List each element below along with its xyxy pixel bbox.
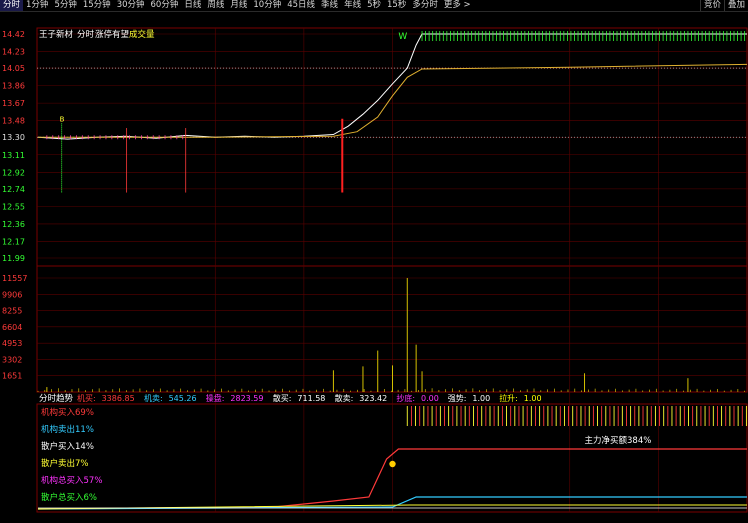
volume-axis-label-0: 11557: [2, 274, 27, 283]
lower-label-4: 机构总买入57%: [41, 475, 102, 486]
period-tab-5[interactable]: 60分钟: [148, 0, 182, 11]
indicator-item-label-6: 强势:: [448, 393, 467, 403]
indicator-item-label-5: 抄底:: [396, 393, 415, 403]
toolbar-right-tab-0[interactable]: 竞价: [699, 0, 724, 11]
indicator-item-label-1: 机卖:: [144, 393, 163, 403]
price-axis-label-10: 12.55: [2, 202, 25, 211]
indicator-label: 涨停有望: [95, 29, 130, 40]
indicator-item-value-1: 545.26: [169, 394, 197, 403]
period-tab-7[interactable]: 周线: [204, 0, 227, 11]
price-axis-label-4: 13.67: [2, 99, 25, 108]
main-force-label: 主力净买额384%: [585, 435, 652, 446]
indicator-item-value-6: 1.00: [472, 394, 490, 403]
indicator-item-value-2: 2823.59: [230, 394, 263, 403]
period-tab-1[interactable]: 1分钟: [23, 0, 51, 11]
period-tab-2[interactable]: 5分钟: [51, 0, 79, 11]
lower-label-0: 机构买入69%: [41, 407, 94, 418]
volume-axis-label-2: 8255: [2, 307, 22, 316]
period-tab-10[interactable]: 45日线: [284, 0, 318, 11]
period-tab-0[interactable]: 分时: [0, 0, 24, 11]
period-tab-14[interactable]: 15秒: [384, 0, 409, 11]
period-tab-4[interactable]: 30分钟: [114, 0, 148, 11]
period-tab-15[interactable]: 多分时: [409, 0, 441, 11]
period-tab-12[interactable]: 年线: [341, 0, 364, 11]
period-tab-16[interactable]: 更多 >: [441, 0, 474, 11]
indicator-item-value-3: 711.58: [297, 394, 325, 403]
period-tab-9[interactable]: 10分钟: [250, 0, 284, 11]
price-axis-label-5: 13.48: [2, 117, 25, 126]
period-tab-13[interactable]: 5秒: [364, 0, 384, 11]
indicator-item-value-4: 323.42: [359, 394, 387, 403]
price-panel-frame: [36, 27, 748, 267]
indicator-panel-frame: [36, 403, 748, 513]
period-toolbar: 分时 1分钟 5分钟 15分钟 30分钟 60分钟 日线 周线 月线 10分钟 45日线 季线 年线 5秒…: [0, 0, 748, 12]
lower-label-3: 散户卖出7%: [41, 458, 89, 469]
indicator-item-label-4: 散卖:: [335, 393, 354, 403]
toolbar-right-tab-1[interactable]: 叠加: [723, 0, 748, 11]
price-axis-label-1: 14.23: [2, 48, 25, 57]
indicator-item-value-7: 1.00: [524, 394, 542, 403]
indicator-item-label-7: 拉升:: [499, 393, 518, 403]
period-tab-8[interactable]: 月线: [227, 0, 250, 11]
stock-name: 王子新材: [39, 29, 74, 40]
indicator-item-label-2: 操盘:: [206, 393, 225, 403]
volume-axis-label-4: 4953: [2, 339, 22, 348]
price-axis-label-0: 14.42: [2, 30, 25, 39]
price-axis-label-12: 12.17: [2, 237, 25, 246]
volume-legend: 成交量: [129, 29, 155, 40]
lower-label-2: 散户买入14%: [41, 441, 94, 452]
indicator-item-label-0: 机买:: [77, 393, 96, 403]
intraday-chart: 14.42 14.23 14.05 13.86 13.67 13.48 13.30 13.11…: [2, 27, 748, 513]
price-axis-label-3: 13.86: [2, 82, 25, 91]
volume-axis-label-3: 6604: [2, 323, 22, 332]
volume-axis-label-1: 9906: [2, 290, 22, 299]
lower-label-5: 散户总买入6%: [41, 492, 97, 503]
toolbar-right: 竞价 叠加: [699, 0, 748, 11]
price-axis-label-13: 11.99: [2, 254, 25, 263]
price-axis-label-11: 12.36: [2, 220, 25, 229]
indicator-item-value-5: 0.00: [421, 394, 439, 403]
limit-marker: W: [398, 32, 407, 42]
indicator-title: 分时趋势: [39, 393, 74, 404]
period-tab-6[interactable]: 日线: [181, 0, 204, 11]
price-axis-label-9: 12.74: [2, 185, 25, 194]
price-axis-label-7: 13.11: [2, 151, 25, 160]
volume-axis-label-5: 3302: [2, 355, 22, 364]
smiley-icon: [389, 460, 396, 468]
volume-axis-label-6: 1651: [2, 372, 22, 381]
indicator-item-label-3: 散买:: [273, 393, 292, 403]
period-tab-11[interactable]: 季线: [318, 0, 341, 11]
price-axis-label-8: 12.92: [2, 168, 25, 177]
price-axis-label-2: 14.05: [2, 64, 25, 73]
period-tab-3[interactable]: 15分钟: [80, 0, 114, 11]
mode-label: 分时: [77, 29, 95, 40]
indicator-item-value-0: 3386.85: [102, 394, 135, 403]
lower-label-1: 机构卖出11%: [41, 424, 94, 435]
price-axis-label-6: 13.30: [2, 133, 25, 142]
marker-b: B: [60, 115, 65, 123]
